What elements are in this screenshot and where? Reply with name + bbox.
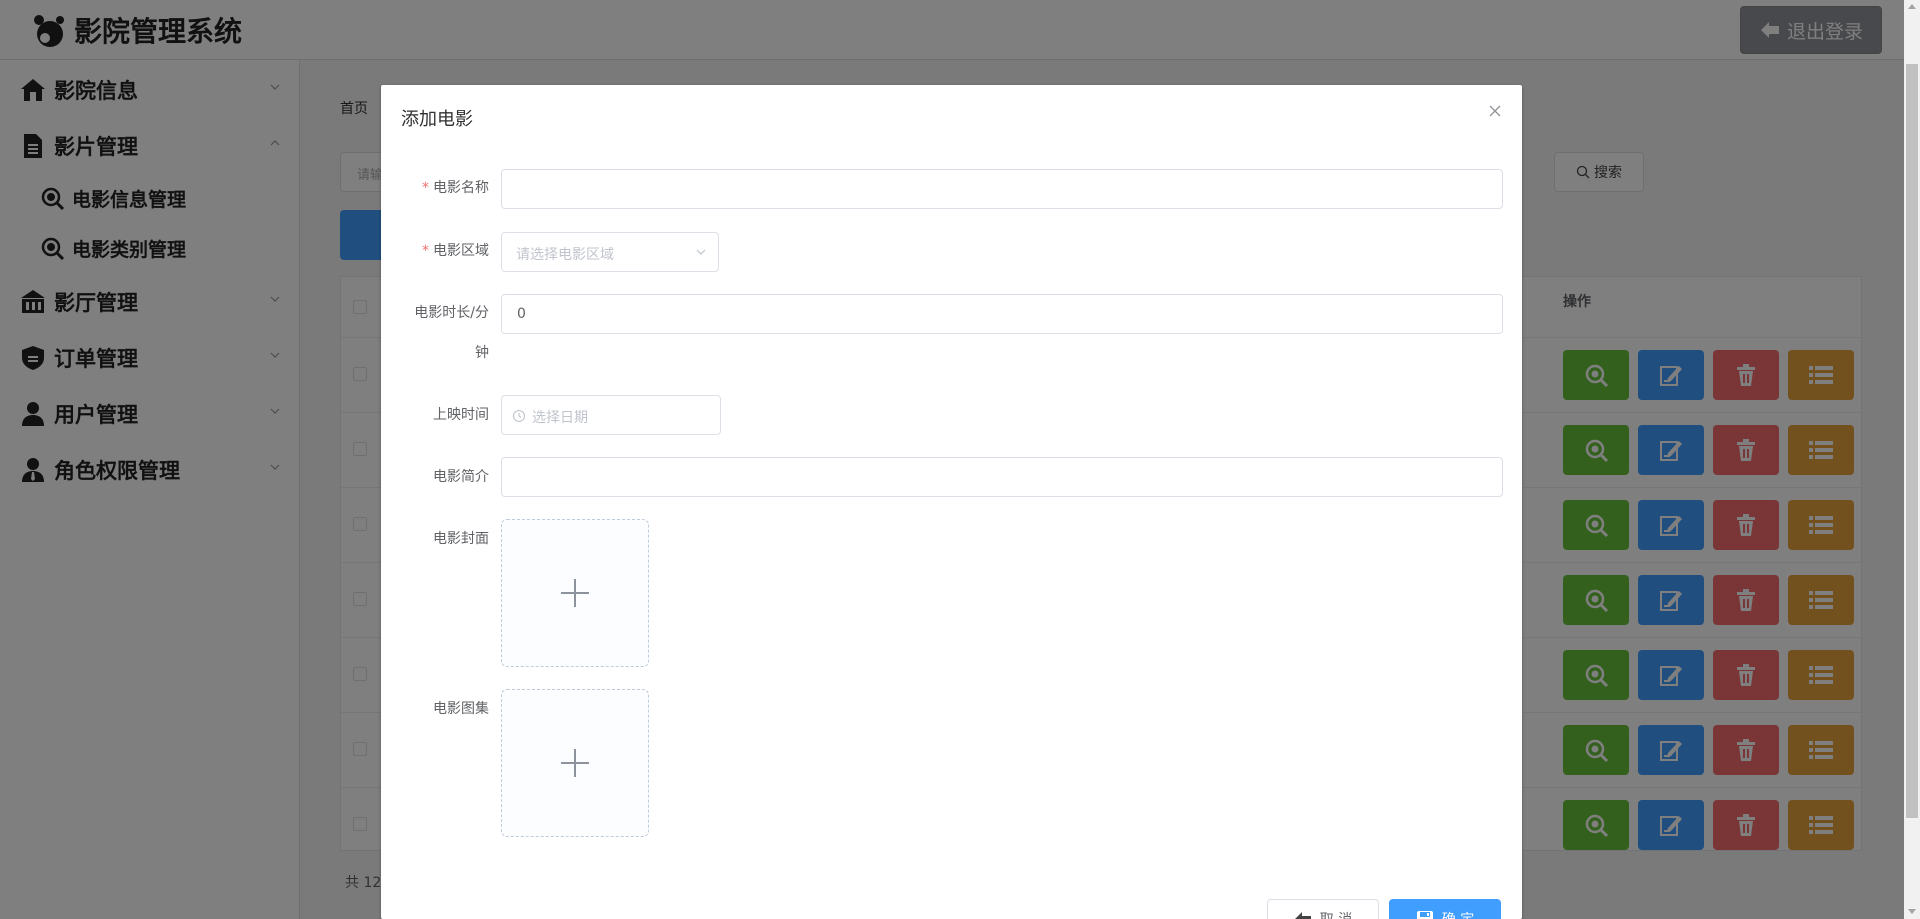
confirm-button-label: 确 定 xyxy=(1442,909,1474,919)
chevron-down-icon xyxy=(696,249,706,255)
required-asterisk: * xyxy=(422,180,429,196)
film-cover-uploader[interactable] xyxy=(501,519,649,667)
dialog-title: 添加电影 xyxy=(401,109,473,130)
film-intro-label: 电影简介 xyxy=(433,469,489,485)
cancel-button[interactable]: 取 消 xyxy=(1267,899,1379,919)
scroll-up-arrow-icon[interactable] xyxy=(1908,4,1916,9)
scroll-down-arrow-icon[interactable] xyxy=(1908,909,1916,914)
film-duration-label-line2: 钟 xyxy=(475,345,489,361)
film-name-input[interactable] xyxy=(501,169,1503,209)
clock-icon xyxy=(512,409,526,423)
release-date-label: 上映时间 xyxy=(433,407,489,423)
release-date-picker[interactable]: 选择日期 xyxy=(501,395,721,435)
film-name-label-text: 电影名称 xyxy=(433,180,489,196)
back-arrow-icon xyxy=(1294,912,1311,919)
confirm-button[interactable]: 确 定 xyxy=(1389,899,1501,919)
film-region-label: * 电影区域 xyxy=(389,241,489,261)
required-asterisk: * xyxy=(422,243,429,259)
save-icon xyxy=(1416,911,1433,919)
film-duration-label: 电影时长/分 xyxy=(414,305,489,321)
film-region-select[interactable]: 请选择电影区域 xyxy=(501,232,719,272)
film-region-placeholder: 请选择电影区域 xyxy=(516,247,614,263)
film-intro-input[interactable] xyxy=(501,457,1503,497)
film-gallery-label: 电影图集 xyxy=(433,701,489,717)
release-date-placeholder: 选择日期 xyxy=(532,410,588,426)
close-icon[interactable] xyxy=(1487,103,1503,119)
film-cover-label: 电影封面 xyxy=(433,531,489,547)
film-gallery-uploader[interactable] xyxy=(501,689,649,837)
plus-icon xyxy=(561,579,589,607)
add-film-dialog: 添加电影 *电影名称 *电影区域 请选择电影区域 电影时长/分 钟 上映时间 选… xyxy=(381,85,1522,919)
film-name-label: * 电影名称 xyxy=(389,178,489,198)
page-scrollbar-thumb[interactable] xyxy=(1906,64,1918,818)
film-duration-input[interactable] xyxy=(501,294,1503,334)
cancel-button-label: 取 消 xyxy=(1320,909,1352,919)
plus-icon xyxy=(561,749,589,777)
film-region-label-text: 电影区域 xyxy=(433,243,489,259)
